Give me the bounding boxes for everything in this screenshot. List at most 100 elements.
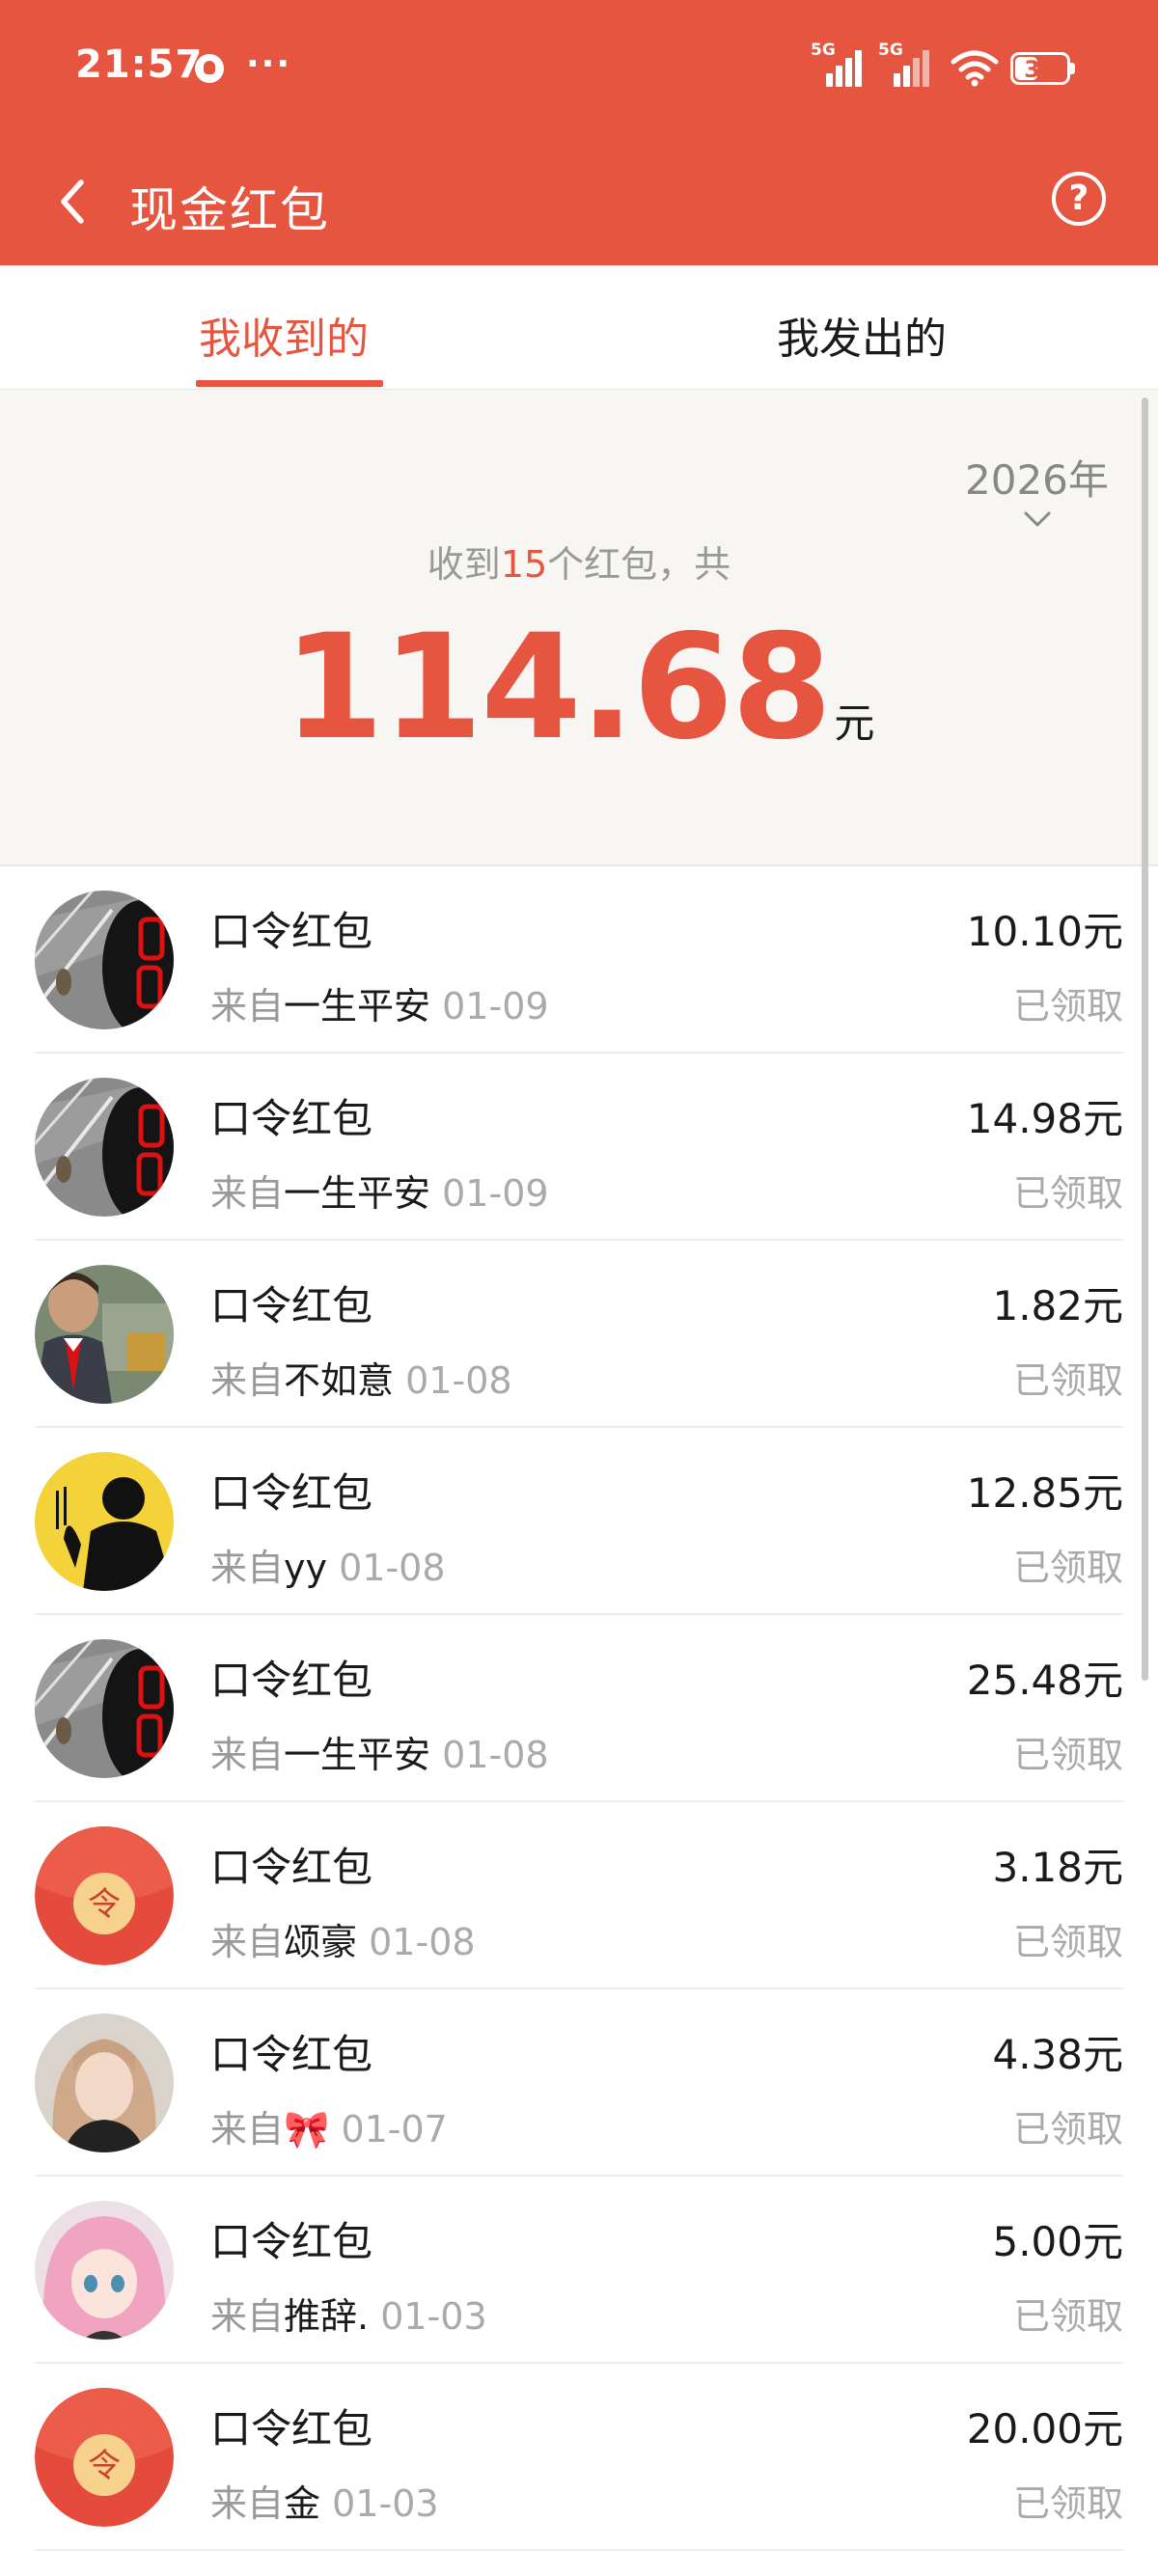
from-label: 来自: [210, 985, 285, 1028]
packet-date: 01-08: [339, 1547, 446, 1589]
packet-date: 01-03: [380, 2295, 487, 2338]
avatar: [35, 891, 174, 1029]
battery-icon: 39: [1010, 52, 1075, 85]
tab-received[interactable]: 我收到的: [199, 304, 369, 366]
packet-source: 来自一生平安 01-09: [210, 1164, 549, 1217]
packet-source: 来自一生平安 01-08: [210, 1725, 549, 1778]
packet-status: 已领取: [1012, 2295, 1123, 2338]
list-item[interactable]: 口令红包 来自一生平安 01-08 25.48元 已领取: [0, 1615, 1158, 1802]
status-bar: 21:57 ··· 5G 5G 39: [0, 0, 1158, 140]
avatar: [35, 1265, 174, 1404]
avatar: [35, 2014, 174, 2152]
sender-name: 一生平安: [284, 985, 431, 1028]
list-item[interactable]: 口令红包 来自🎀 01-07 4.38元 已领取: [0, 1989, 1158, 2177]
from-label: 来自: [210, 1921, 285, 1963]
packet-type: 口令红包: [210, 908, 373, 955]
packet-amount: 14.98元: [966, 1095, 1123, 1142]
list-item[interactable]: 令 口令红包来自金 01-03 20.00元已领取: [0, 2364, 1158, 2551]
packet-source: 来自颂豪 01-08: [210, 1912, 476, 1965]
app-header: 21:57 ··· 5G 5G 39 现金红包 ?: [0, 0, 1158, 265]
from-label: 来自: [210, 1734, 285, 1776]
list-item[interactable]: 令 口令红包 来自颂豪 01-08 3.18元 已领取: [0, 1802, 1158, 1989]
tab-bar: 我收到的 我发出的: [0, 265, 1158, 390]
packet-type: 口令红包: [210, 1469, 373, 1517]
back-arrow-icon[interactable]: [50, 177, 96, 227]
packet-date: 01-09: [442, 1172, 549, 1215]
sender-name: 一生平安: [284, 1734, 431, 1776]
packet-amount: 1.82元: [992, 1282, 1123, 1329]
sender-name: 推辞.: [284, 2295, 370, 2338]
tab-active-indicator: [196, 380, 383, 387]
packet-source: 来自yy 01-08: [210, 1538, 446, 1591]
from-label: 来自: [210, 1359, 285, 1402]
sender-name: 一生平安: [284, 1172, 431, 1215]
packet-date: 01-08: [405, 1359, 512, 1402]
avatar: 令: [35, 1826, 174, 1965]
packet-type: 口令红包: [210, 1095, 373, 1142]
packet-status: 已领取: [1012, 2482, 1123, 2525]
summary-prefix: 收到: [427, 543, 501, 586]
packet-status: 已领取: [1012, 1172, 1123, 1215]
signal-5g-icon: 5G: [811, 41, 863, 87]
packet-source: 来自金 01-03: [210, 2474, 439, 2527]
list-item[interactable]: 口令红包 来自不如意 01-08 1.82元 已领取: [0, 1241, 1158, 1428]
packet-source: 来自🎀 01-07: [210, 2099, 448, 2152]
packet-status: 已领取: [1012, 1921, 1123, 1963]
red-packet-glyph: 令: [88, 1885, 121, 1924]
packet-amount: 25.48元: [966, 1657, 1123, 1704]
packet-date: 01-08: [369, 1921, 476, 1963]
tab-sent[interactable]: 我发出的: [777, 304, 947, 366]
wifi-icon: [951, 50, 999, 87]
qq-notification-icon: [195, 54, 224, 83]
from-label: 来自: [210, 1172, 285, 1215]
packet-amount: 12.85元: [966, 1469, 1123, 1517]
avatar: [35, 1639, 174, 1778]
signal-tag: 5G: [811, 41, 836, 60]
list-item[interactable]: 口令红包来自yy 01-08 12.85元已领取: [0, 1428, 1158, 1615]
packet-source: 来自推辞. 01-03: [210, 2287, 487, 2340]
chevron-down-icon[interactable]: [1023, 510, 1052, 528]
total-amount: 114.68: [283, 604, 833, 772]
summary-text: 收到15个红包，共: [0, 534, 1158, 588]
avatar: 令: [35, 2388, 174, 2527]
packet-count: 15: [500, 543, 548, 586]
summary-suffix: 个红包，共: [547, 543, 731, 586]
sender-name: 金: [284, 2482, 321, 2525]
signal-5g-icon-2: 5G: [878, 41, 930, 87]
status-time: 21:57: [75, 42, 204, 87]
list-item[interactable]: 口令红包来自推辞. 01-03 5.00元已领取: [0, 2177, 1158, 2364]
packet-amount: 3.18元: [992, 1844, 1123, 1891]
total-unit: 元: [834, 699, 875, 747]
sender-name: 颂豪: [284, 1921, 358, 1963]
list-item[interactable]: 口令红包来自一生平安 01-09 10.10元已领取: [0, 866, 1158, 1054]
packet-type: 口令红包: [210, 1282, 373, 1329]
packet-date: 01-09: [442, 985, 549, 1028]
packet-date: 01-08: [442, 1734, 549, 1776]
packet-status: 已领取: [1012, 1734, 1123, 1776]
packet-type: 口令红包: [210, 2405, 373, 2453]
packet-status: 已领取: [1012, 2108, 1123, 2151]
packet-status: 已领取: [1012, 1547, 1123, 1589]
signal-tag-2: 5G: [878, 41, 903, 60]
from-label: 来自: [210, 2295, 285, 2338]
total-amount-block: 114.68元: [0, 604, 1158, 772]
packet-amount: 10.10元: [966, 908, 1123, 955]
list-item[interactable]: 口令红包来自一生平安 01-09 14.98元已领取: [0, 1054, 1158, 1241]
from-label: 来自: [210, 2482, 285, 2525]
from-label: 来自: [210, 1547, 285, 1589]
year-selector[interactable]: 2026年: [965, 448, 1109, 507]
red-packet-glyph: 令: [88, 2447, 121, 2485]
packet-date: 01-07: [341, 2108, 448, 2151]
packet-type: 口令红包: [210, 2218, 373, 2265]
red-packet-list: 口令红包 来自一生平安 01-09 10.10元 已领取 口令红包 来自一生平安 01-0…: [0, 866, 1158, 2551]
sender-name: 不如意: [284, 1359, 395, 1402]
sender-name: 🎀: [284, 2108, 330, 2151]
packet-amount: 20.00元: [966, 2405, 1123, 2453]
more-notifications-icon: ···: [246, 44, 292, 84]
packet-type: 口令红包: [210, 2031, 373, 2078]
avatar: [35, 1078, 174, 1217]
help-icon[interactable]: ?: [1052, 172, 1106, 226]
packet-status: 已领取: [1012, 985, 1123, 1028]
packet-amount: 5.00元: [992, 2218, 1123, 2265]
avatar: [35, 2201, 174, 2340]
